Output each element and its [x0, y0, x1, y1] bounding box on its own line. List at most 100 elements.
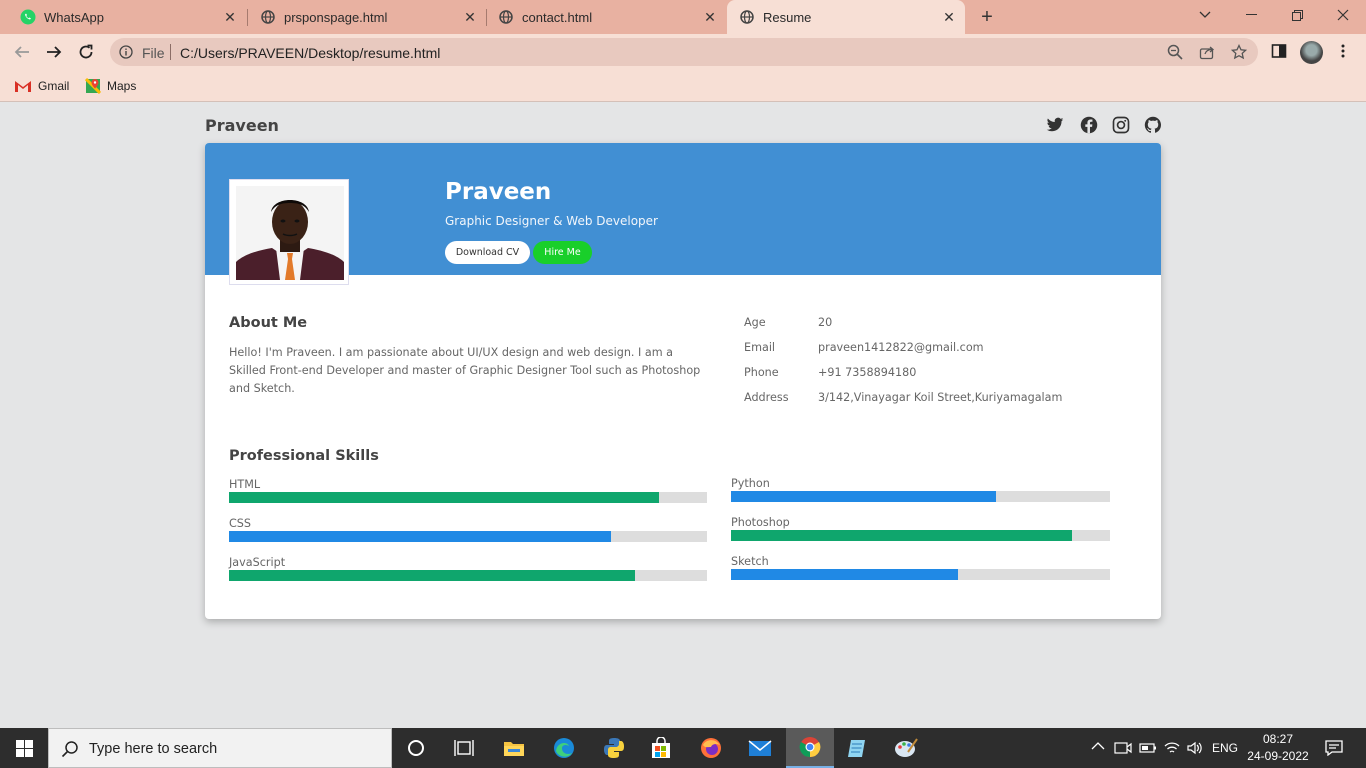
hero-banner: Praveen Graphic Designer & Web Developer…	[205, 143, 1161, 285]
skill-fill	[731, 491, 997, 502]
close-icon[interactable]: ✕	[702, 9, 718, 25]
info-value: +91 7358894180	[818, 366, 917, 379]
browser-toolbar: File C:/Users/PRAVEEN/Desktop/resume.htm…	[0, 34, 1366, 70]
wifi-icon[interactable]	[1163, 740, 1181, 756]
globe-icon	[739, 9, 755, 25]
task-view-icon[interactable]	[440, 728, 488, 768]
taskbar-search-box[interactable]: Type here to search	[48, 728, 392, 768]
profile-photo	[236, 186, 344, 280]
resume-card: Praveen Graphic Designer & Web Developer…	[205, 143, 1161, 619]
cortana-icon[interactable]	[392, 728, 440, 768]
notepad-icon[interactable]	[833, 728, 881, 768]
skill-css: CSS	[229, 517, 707, 547]
skill-fill	[229, 531, 612, 542]
new-tab-icon[interactable]: +	[977, 7, 997, 27]
kebab-menu-icon[interactable]	[1335, 43, 1353, 61]
bookmark-maps[interactable]: Maps	[85, 77, 136, 95]
zoom-icon[interactable]	[1167, 44, 1183, 60]
skill-fill	[229, 492, 660, 503]
skill-python: Python	[731, 477, 1110, 507]
forward-icon[interactable]	[44, 42, 64, 62]
python-icon[interactable]	[590, 728, 638, 768]
info-value: 20	[818, 316, 833, 329]
skill-name: HTML	[229, 478, 261, 491]
info-row-address: Address 3/142,Vinayagar Koil Street,Kuri…	[744, 391, 1144, 407]
bookmarks-bar: Gmail Maps	[0, 70, 1366, 102]
search-placeholder: Type here to search	[89, 741, 218, 757]
site-brand[interactable]: Praveen	[205, 116, 279, 135]
tab-whatsapp[interactable]: WhatsApp ✕	[0, 0, 246, 34]
facebook-icon[interactable]	[1080, 116, 1098, 134]
bookmark-gmail[interactable]: Gmail	[14, 77, 69, 95]
github-icon[interactable]	[1144, 116, 1162, 134]
close-icon[interactable]: ✕	[941, 9, 957, 25]
skill-sketch: Sketch	[731, 555, 1110, 585]
globe-icon	[260, 9, 276, 25]
whatsapp-icon	[20, 9, 36, 25]
close-icon[interactable]: ✕	[222, 9, 238, 25]
skills-title: Professional Skills	[229, 448, 379, 464]
skill-track	[229, 531, 707, 542]
info-value: praveen1412822@gmail.com	[818, 341, 984, 354]
edge-icon[interactable]	[540, 728, 588, 768]
system-clock[interactable]: 08:27 24-09-2022	[1243, 731, 1313, 765]
notification-icon[interactable]	[1325, 740, 1343, 757]
info-row-email: Email praveen1412822@gmail.com	[744, 341, 1144, 357]
mail-icon[interactable]	[736, 728, 784, 768]
address-bar[interactable]: File C:/Users/PRAVEEN/Desktop/resume.htm…	[110, 38, 1258, 66]
omnibox-divider	[170, 44, 171, 60]
instagram-icon[interactable]	[1112, 116, 1130, 134]
search-icon	[61, 740, 79, 763]
skill-html: HTML	[229, 478, 707, 508]
skill-name: Sketch	[731, 555, 769, 568]
close-window-icon[interactable]	[1320, 0, 1366, 30]
side-panel-icon[interactable]	[1271, 43, 1289, 61]
battery-icon[interactable]	[1139, 740, 1157, 756]
skill-track	[731, 491, 1110, 502]
close-icon[interactable]: ✕	[462, 9, 478, 25]
language-indicator[interactable]: ENG	[1212, 741, 1238, 757]
meet-now-icon[interactable]	[1114, 740, 1132, 756]
url-text[interactable]: C:/Users/PRAVEEN/Desktop/resume.html	[180, 45, 440, 61]
file-scheme-label: File	[142, 45, 165, 61]
tab-contact[interactable]: contact.html ✕	[478, 0, 726, 34]
chevron-down-icon[interactable]	[1182, 0, 1228, 30]
chrome-icon[interactable]	[786, 728, 834, 768]
volume-icon[interactable]	[1186, 740, 1204, 756]
tab-title: Resume	[763, 9, 812, 25]
skill-track	[229, 492, 707, 503]
info-icon[interactable]	[119, 45, 133, 64]
download-cv-button[interactable]: Download CV	[445, 241, 530, 264]
tab-title: prsponspage.html	[284, 9, 388, 25]
reload-icon[interactable]	[76, 42, 96, 62]
file-explorer-icon[interactable]	[490, 728, 538, 768]
share-icon[interactable]	[1199, 44, 1215, 60]
skill-name: JavaScript	[229, 556, 286, 569]
info-label: Email	[744, 341, 776, 354]
skill-track	[229, 570, 707, 581]
skill-track	[731, 530, 1110, 541]
star-icon[interactable]	[1230, 43, 1248, 60]
restore-icon[interactable]	[1274, 0, 1320, 30]
hero-role: Graphic Designer & Web Developer	[445, 214, 658, 228]
about-title: About Me	[229, 315, 308, 331]
store-icon[interactable]	[637, 728, 685, 768]
back-icon[interactable]	[12, 42, 32, 62]
chevron-up-icon[interactable]	[1091, 740, 1105, 756]
paint-icon[interactable]	[882, 728, 930, 768]
firefox-icon[interactable]	[687, 728, 735, 768]
profile-avatar[interactable]	[1300, 41, 1323, 64]
minimize-icon[interactable]	[1228, 0, 1274, 30]
tab-title: contact.html	[522, 9, 593, 25]
info-value: 3/142,Vinayagar Koil Street,Kuriyamagala…	[818, 391, 1063, 404]
tab-strip: WhatsApp ✕ prsponspage.html ✕ contact.ht…	[0, 0, 1366, 34]
windows-start-icon[interactable]	[0, 728, 48, 768]
tab-resume[interactable]: Resume ✕	[727, 0, 965, 34]
bookmark-label: Maps	[107, 79, 137, 93]
tab-title: WhatsApp	[44, 9, 104, 25]
page-viewport: Praveen Praveen Graphic Designer & Web D…	[0, 103, 1366, 728]
twitter-icon[interactable]	[1046, 116, 1064, 134]
tab-prsponspage[interactable]: prsponspage.html ✕	[240, 0, 486, 34]
bookmark-label: Gmail	[38, 79, 70, 93]
hire-me-button[interactable]: Hire Me	[533, 241, 592, 264]
